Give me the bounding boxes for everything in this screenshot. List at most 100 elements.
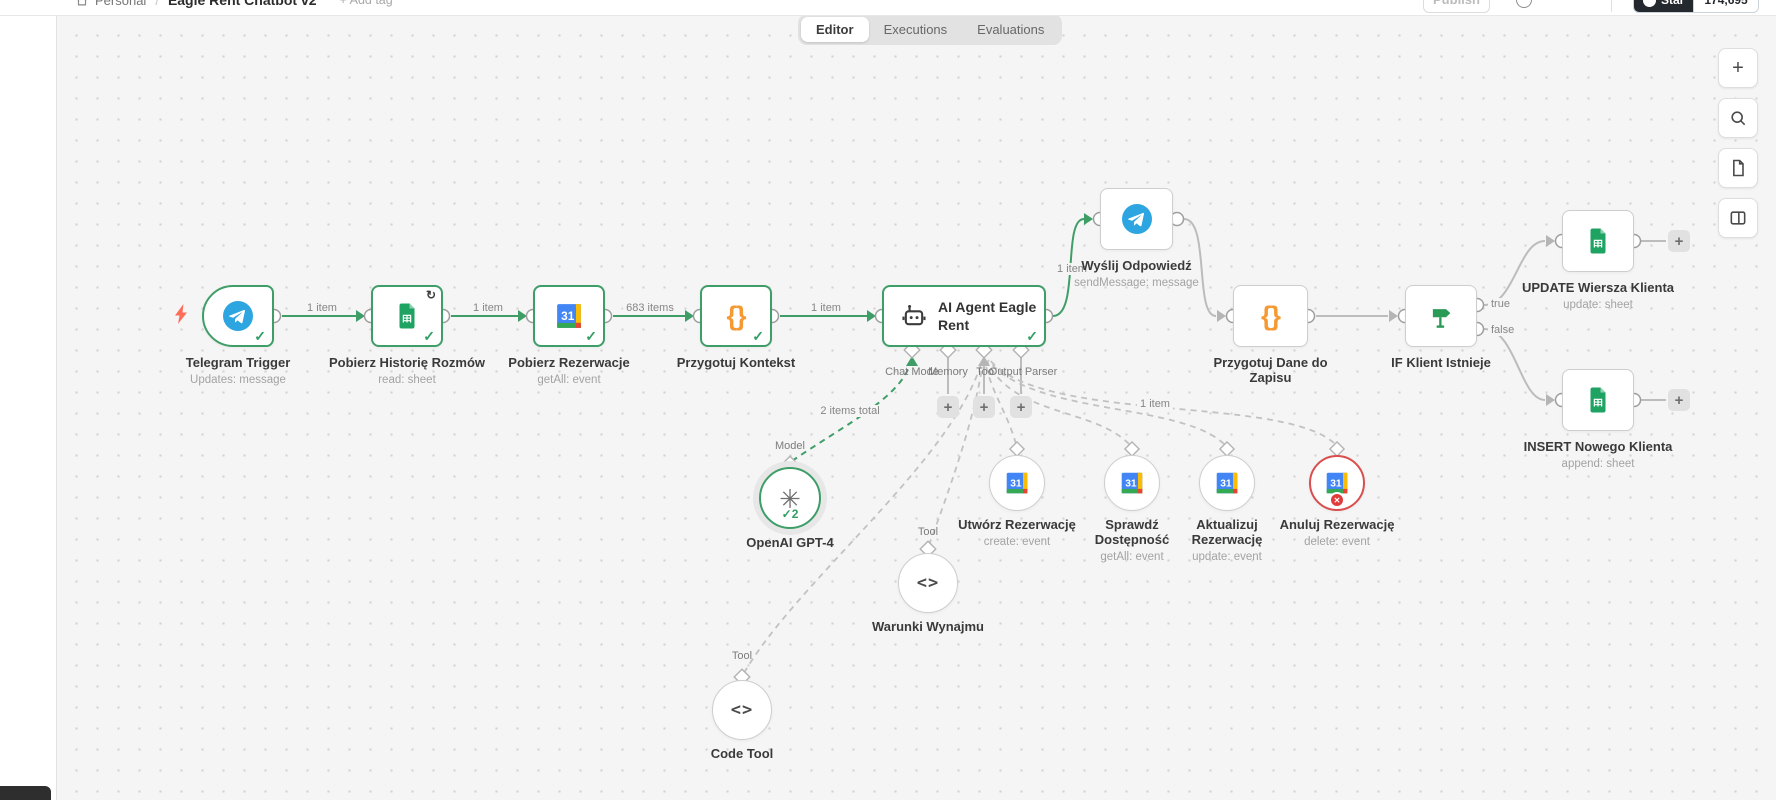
- connector-aktualizuj-top[interactable]: [1218, 440, 1236, 458]
- svg-text:31: 31: [561, 309, 575, 323]
- svg-text:31: 31: [1125, 478, 1137, 489]
- topbar-divider: [1611, 0, 1612, 12]
- code-tool-icon: <>: [916, 573, 940, 593]
- arrowhead: [1546, 394, 1555, 406]
- if-signpost-icon: [1432, 309, 1451, 328]
- arrowhead: [685, 310, 694, 322]
- arrowhead: [356, 310, 365, 322]
- edge-label: 1 item: [470, 302, 506, 314]
- node-przygotuj-dane-do-zapisu[interactable]: {}: [1233, 285, 1308, 347]
- arrowhead: [1546, 235, 1555, 247]
- document-icon: [1733, 159, 1744, 177]
- search-button[interactable]: [1718, 98, 1758, 138]
- node-pobierz-rezerwacje[interactable]: 31 ✓: [533, 285, 605, 347]
- node-insert-nowego-klienta[interactable]: [1562, 369, 1634, 431]
- connections-layer: [266, 211, 1666, 686]
- tab-editor[interactable]: Editor: [801, 17, 869, 42]
- node-utworz-rezerwacje[interactable]: 31: [989, 455, 1045, 511]
- publish-button[interactable]: Publish: [1423, 0, 1490, 13]
- topbar: Personal / Eagle Rent Chatbot v2 + Add t…: [0, 0, 1776, 16]
- help-icon[interactable]: [1516, 0, 1532, 8]
- arrowhead: [1217, 310, 1226, 322]
- google-sheets-icon: [1590, 387, 1606, 413]
- edge-label: 1 item: [808, 302, 844, 314]
- telegram-icon: [223, 301, 253, 331]
- code-tool-icon: <>: [730, 700, 754, 720]
- node-anuluj-rezerwacje[interactable]: 31 ✕: [1309, 455, 1365, 511]
- connector-label: Tool: [731, 650, 753, 662]
- workflow-title[interactable]: Eagle Rent Chatbot v2: [168, 0, 317, 8]
- document-button[interactable]: [1718, 148, 1758, 188]
- search-icon: [1731, 111, 1746, 126]
- arrowhead: [867, 310, 876, 322]
- tab-executions[interactable]: Executions: [869, 17, 963, 42]
- left-sidebar: [0, 0, 57, 800]
- github-icon: [1643, 0, 1656, 7]
- success-check-icon: ✓: [585, 328, 597, 344]
- connector-label: Output Parser: [988, 366, 1058, 378]
- connector-label: Memory: [928, 366, 968, 378]
- success-check-icon: ✓: [254, 328, 266, 344]
- home-icon: [77, 0, 87, 6]
- code-braces-icon: {}: [726, 300, 746, 331]
- add-node-plus-button[interactable]: +: [937, 396, 959, 418]
- node-sprawdz-dostepnosc[interactable]: 31: [1104, 455, 1160, 511]
- add-tag-button[interactable]: + Add tag: [340, 0, 393, 7]
- success-check-icon: ✓: [752, 328, 764, 344]
- connector-label: Tool: [917, 526, 939, 538]
- project-crumb[interactable]: Personal: [75, 0, 146, 8]
- node-update-wiersza-klienta[interactable]: [1562, 210, 1634, 272]
- workflow-canvas[interactable]: [57, 16, 1776, 800]
- node-wyslij-odpowiedz[interactable]: [1100, 188, 1173, 250]
- telegram-icon: [1121, 204, 1152, 234]
- sync-icon: ↻: [425, 288, 436, 302]
- zoom-in-button[interactable]: +: [1718, 48, 1758, 88]
- edge-if-true-to-update[interactable]: [1483, 240, 1546, 306]
- edge-label: false: [1488, 324, 1518, 336]
- edge-wyslij-to-zapis[interactable]: [1183, 218, 1217, 317]
- add-node-plus-button[interactable]: +: [1668, 389, 1690, 411]
- agent-node-title: AI Agent Eagle Rent: [938, 298, 1037, 333]
- connector-anuluj-top[interactable]: [1328, 440, 1346, 458]
- google-calendar-icon: 31: [1121, 472, 1143, 494]
- error-badge-icon: ✕: [1329, 492, 1345, 508]
- node-pobierz-historie-rozmow[interactable]: ✓ ↻: [371, 285, 443, 347]
- node-telegram-trigger[interactable]: ✓: [202, 285, 274, 347]
- add-node-plus-button[interactable]: +: [1668, 230, 1690, 252]
- edge-warunki-to-agent-tool[interactable]: [928, 360, 984, 546]
- view-tabs: Editor Executions Evaluations: [798, 14, 1063, 45]
- google-calendar-icon: 31: [557, 304, 581, 328]
- edge-label: 2 items total: [817, 405, 883, 417]
- edge-label: 1 item: [1137, 398, 1173, 410]
- node-openai-gpt-4[interactable]: ✳ ✓2: [759, 467, 821, 529]
- edge-label: true: [1488, 298, 1513, 310]
- google-sheets-icon: [1590, 228, 1606, 254]
- github-star-button[interactable]: Star: [1634, 0, 1694, 12]
- sidebar-bottom-button[interactable]: [0, 786, 51, 800]
- arrowhead: [1389, 310, 1398, 322]
- add-node-plus-button[interactable]: +: [973, 396, 995, 418]
- success-check-icon: ✓: [423, 328, 435, 344]
- robot-icon: [902, 305, 926, 326]
- node-warunki-wynajmu[interactable]: <>: [898, 553, 958, 613]
- edge-if-false-to-insert[interactable]: [1483, 328, 1546, 401]
- tab-evaluations[interactable]: Evaluations: [962, 17, 1059, 42]
- split-panel-icon: [1730, 211, 1746, 225]
- node-ai-agent-eagle-rent[interactable]: AI Agent Eagle Rent ✓: [882, 285, 1046, 347]
- add-node-plus-button[interactable]: +: [1010, 396, 1032, 418]
- breadcrumb: Personal / Eagle Rent Chatbot v2 + Add t…: [0, 0, 393, 8]
- node-code-tool[interactable]: <>: [712, 680, 772, 740]
- split-panel-button[interactable]: [1718, 198, 1758, 238]
- node-if-klient-istnieje[interactable]: [1405, 285, 1477, 347]
- connector-utworz-top[interactable]: [1008, 440, 1026, 458]
- edge-label: 1 item: [304, 302, 340, 314]
- github-star-count[interactable]: 174,695: [1693, 0, 1758, 12]
- node-aktualizuj-rezerwacje[interactable]: 31: [1199, 455, 1255, 511]
- node-przygotuj-kontekst[interactable]: {} ✓: [700, 285, 772, 347]
- connector-sprawdz-top[interactable]: [1123, 440, 1141, 458]
- trigger-lightning-icon: [175, 304, 187, 324]
- edge-label: 683 items: [623, 302, 677, 314]
- google-calendar-icon: 31: [1216, 472, 1238, 494]
- connector-label: Model: [775, 440, 805, 452]
- arrowhead: [518, 310, 527, 322]
